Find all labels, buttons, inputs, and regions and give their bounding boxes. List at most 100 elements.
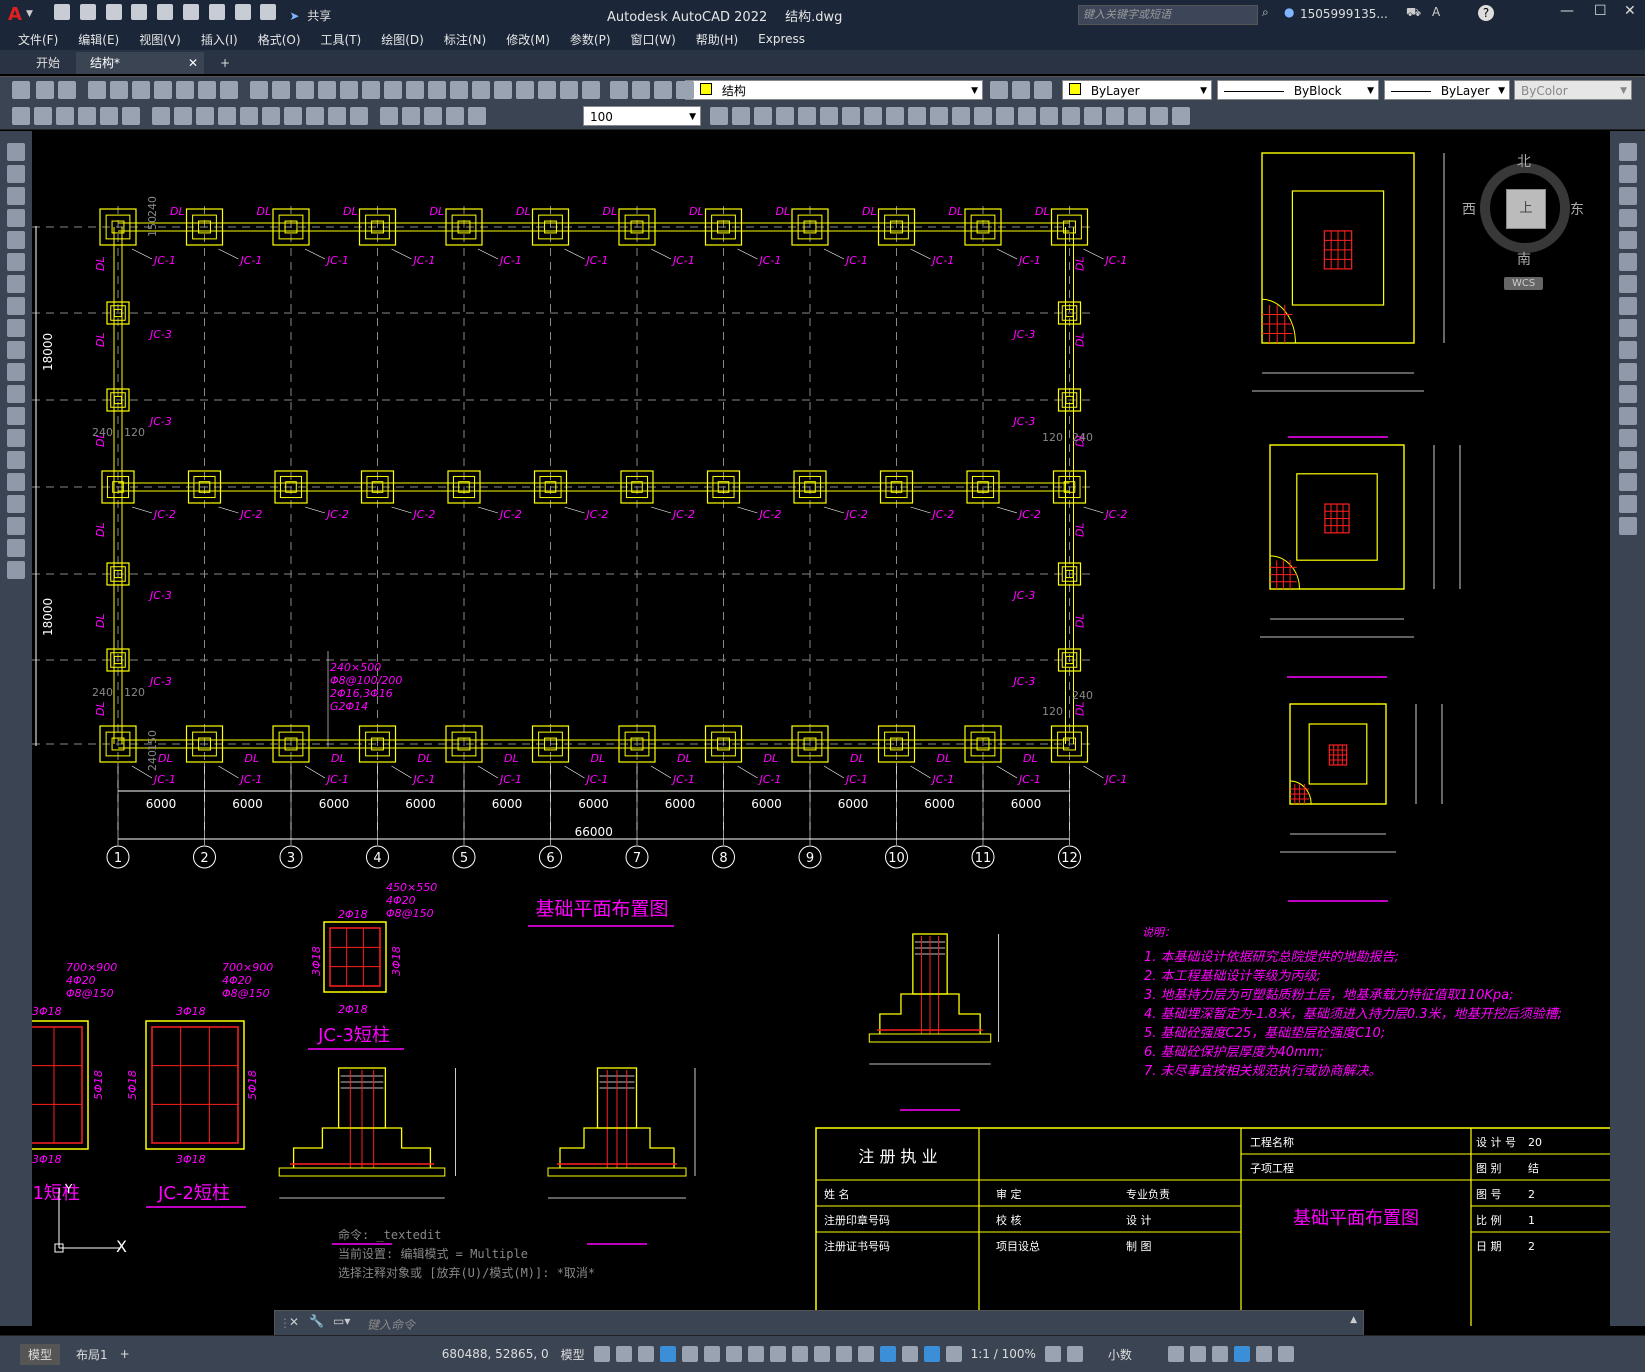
inspect-icon[interactable] — [350, 107, 368, 125]
save-icon[interactable] — [58, 81, 76, 99]
saveas-icon[interactable] — [131, 4, 148, 20]
selection-cycling-icon[interactable] — [835, 1346, 852, 1362]
join-icon[interactable] — [1619, 429, 1637, 447]
continue-icon[interactable] — [240, 107, 258, 125]
tab-structure[interactable]: 结构* ✕ — [76, 52, 205, 74]
spline-icon[interactable] — [7, 319, 25, 337]
clean-screen-icon[interactable] — [1255, 1346, 1272, 1362]
break-icon[interactable] — [1619, 407, 1637, 425]
undo-icon[interactable] — [234, 4, 251, 20]
ordinate-icon[interactable] — [78, 107, 96, 125]
markup-icon[interactable] — [516, 81, 534, 99]
units-selector[interactable]: 小数 — [1102, 1346, 1138, 1363]
pan-icon[interactable] — [340, 81, 358, 99]
plot-icon[interactable] — [88, 81, 106, 99]
viewcube-east[interactable]: 东 — [1570, 199, 1584, 219]
autoscale-icon[interactable] — [945, 1346, 962, 1362]
new-layout-button[interactable]: + — [114, 1347, 136, 1361]
polygon-icon[interactable] — [7, 209, 25, 227]
trim-icon[interactable] — [1619, 341, 1637, 359]
modify2-tool-15-icon[interactable] — [1040, 107, 1058, 125]
modify2-tool-12-icon[interactable] — [974, 107, 992, 125]
snap-icon[interactable] — [615, 1346, 632, 1362]
multiline-text-icon[interactable] — [7, 539, 25, 557]
layer-on-icon[interactable] — [632, 81, 650, 99]
blend-icon[interactable] — [1619, 495, 1637, 513]
preview-icon[interactable] — [110, 81, 128, 99]
make-current-icon[interactable] — [990, 81, 1008, 99]
workspace-gear-icon[interactable] — [1044, 1346, 1061, 1362]
region-icon[interactable] — [7, 495, 25, 513]
annotation-scale[interactable]: 1:1 / 100% — [965, 1347, 1042, 1361]
dim-edit-icon[interactable] — [402, 107, 420, 125]
break-icon[interactable] — [284, 107, 302, 125]
menu-item-4[interactable]: 格式(O) — [248, 31, 311, 48]
plot-icon[interactable] — [208, 4, 225, 20]
break-at-point-icon[interactable] — [1619, 385, 1637, 403]
construction-line-icon[interactable] — [7, 165, 25, 183]
viewcube[interactable]: 上 北 南 西 东 WCS — [1462, 151, 1584, 290]
ellipse-icon[interactable] — [7, 341, 25, 359]
publish-icon[interactable] — [132, 81, 150, 99]
aligned-dim-icon[interactable] — [34, 107, 52, 125]
stretch-icon[interactable] — [1619, 319, 1637, 337]
modify2-tool-1-icon[interactable] — [732, 107, 750, 125]
dim-text-edit-icon[interactable] — [424, 107, 442, 125]
tolerance-icon[interactable] — [306, 107, 324, 125]
save-icon[interactable] — [105, 4, 122, 20]
open-icon[interactable] — [36, 81, 54, 99]
layer-state-icon[interactable] — [610, 81, 628, 99]
hardware-accel-icon[interactable] — [1233, 1346, 1250, 1362]
viewcube-south[interactable]: 南 — [1517, 249, 1531, 269]
menu-item-3[interactable]: 插入(I) — [191, 31, 248, 48]
make-block-icon[interactable] — [7, 407, 25, 425]
lineweight-icon[interactable] — [791, 1346, 808, 1362]
zoom-previous-icon[interactable] — [406, 81, 424, 99]
share-icon[interactable]: ➤ — [289, 9, 299, 23]
user-icon[interactable]: ● — [1284, 5, 1294, 19]
search-icon[interactable]: ⌕ — [1262, 5, 1269, 20]
gradient-icon[interactable] — [7, 473, 25, 491]
3dosnap-icon[interactable] — [857, 1346, 874, 1362]
close-button[interactable]: ✕ — [1614, 3, 1645, 19]
ucs-icon[interactable] — [879, 1346, 896, 1362]
menu-item-9[interactable]: 参数(P) — [560, 31, 621, 48]
paste-icon[interactable] — [198, 81, 216, 99]
modify2-tool-10-icon[interactable] — [930, 107, 948, 125]
wcs-menu[interactable]: WCS — [1504, 277, 1544, 290]
redo-icon[interactable] — [260, 4, 277, 20]
modify2-tool-14-icon[interactable] — [1018, 107, 1036, 125]
scale-icon[interactable] — [1619, 297, 1637, 315]
osnap-icon[interactable] — [769, 1346, 786, 1362]
mirror-icon[interactable] — [1619, 187, 1637, 205]
baseline-icon[interactable] — [218, 107, 236, 125]
space-icon[interactable] — [262, 107, 280, 125]
table-icon[interactable] — [7, 517, 25, 535]
jogged-icon[interactable] — [122, 107, 140, 125]
modify2-tool-8-icon[interactable] — [886, 107, 904, 125]
modify2-tool-20-icon[interactable] — [1150, 107, 1168, 125]
layer-props-icon[interactable] — [582, 81, 600, 99]
isodraft-icon[interactable] — [725, 1346, 742, 1362]
lineweight-combo[interactable]: ByLayer ▼ — [1384, 80, 1510, 100]
menu-item-7[interactable]: 标注(N) — [434, 31, 496, 48]
app-logo[interactable]: A — [0, 4, 26, 25]
web-save-icon[interactable] — [183, 4, 199, 20]
cmd-customize-icon[interactable]: 🔧 — [309, 1314, 324, 1328]
modify2-tool-2-icon[interactable] — [754, 107, 772, 125]
copy-icon[interactable] — [176, 81, 194, 99]
model-space-toggle[interactable]: 模型 — [555, 1346, 591, 1363]
layer-previous-icon[interactable] — [1012, 81, 1030, 99]
cmd-close-icon[interactable]: ✕ — [289, 1315, 299, 1329]
offset-icon[interactable] — [1619, 209, 1637, 227]
hatch-icon[interactable] — [7, 451, 25, 469]
drawing-svg[interactable]: DL DL DL DL DL DL DL DL DL DL DL DL DL DL DL DL DL DL DL DL… — [32, 131, 1610, 1326]
modify2-tool-19-icon[interactable] — [1128, 107, 1146, 125]
line-icon[interactable] — [7, 143, 25, 161]
modify2-tool-7-icon[interactable] — [864, 107, 882, 125]
arc-icon[interactable] — [7, 253, 25, 271]
rectangle-icon[interactable] — [7, 231, 25, 249]
gizmo-icon[interactable] — [901, 1346, 918, 1362]
add-selected-icon[interactable] — [7, 561, 25, 579]
customize-icon[interactable] — [1277, 1346, 1294, 1362]
